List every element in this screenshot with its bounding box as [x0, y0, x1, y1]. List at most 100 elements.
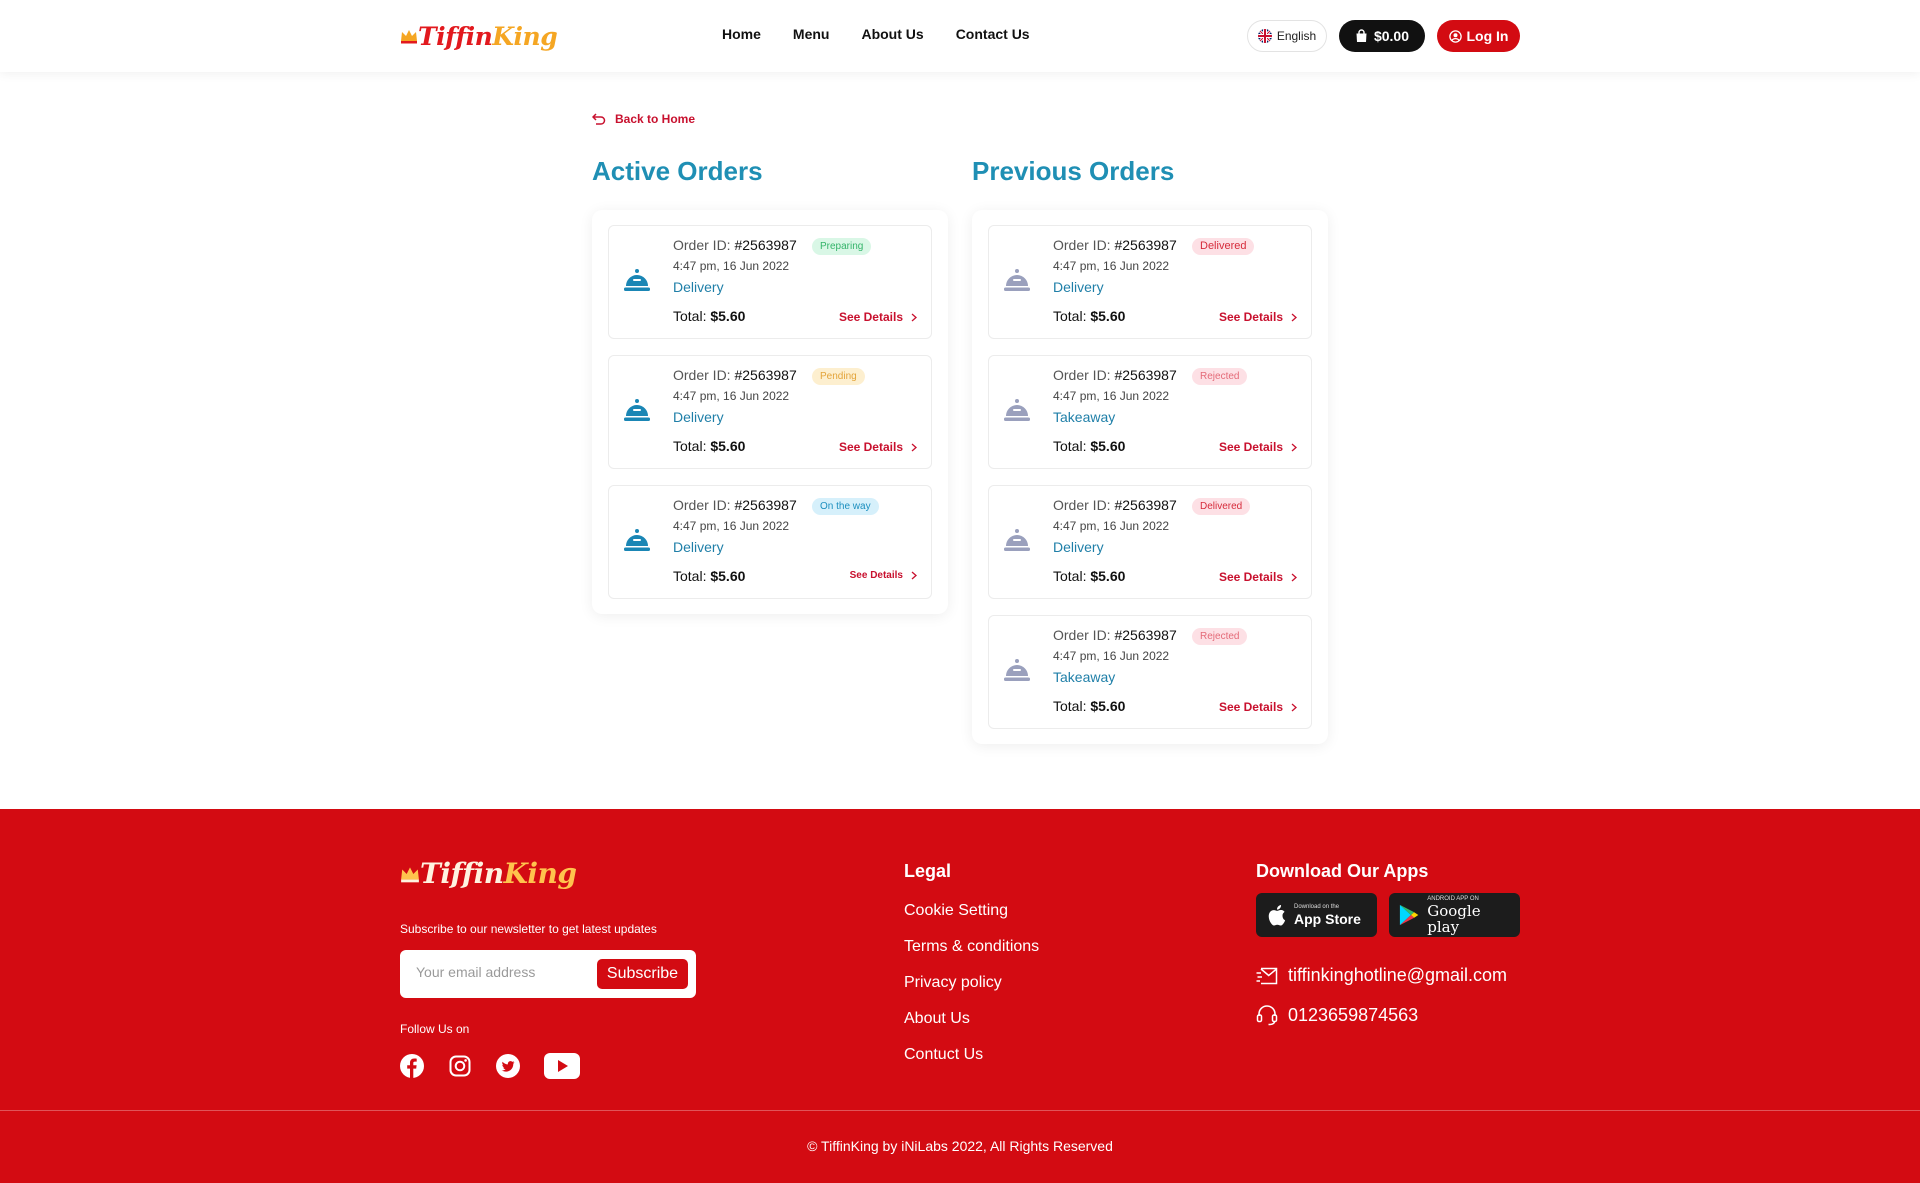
- order-id-label: Order ID:: [1053, 237, 1111, 253]
- headset-icon: [1256, 1005, 1278, 1026]
- twitter-icon[interactable]: [496, 1054, 520, 1078]
- order-id-label: Order ID:: [1053, 367, 1111, 383]
- status-badge: Delivered: [1192, 498, 1251, 515]
- order-card[interactable]: Order ID: #2563987 On the way 4:47 pm, 1…: [608, 485, 932, 599]
- order-card[interactable]: Order ID: #2563987 Rejected 4:47 pm, 16 …: [988, 355, 1312, 469]
- order-type: Delivery: [673, 539, 724, 555]
- order-id-label: Order ID:: [1053, 627, 1111, 643]
- status-badge: Delivered: [1192, 238, 1255, 255]
- order-time: 4:47 pm, 16 Jun 2022: [673, 259, 790, 273]
- subscribe-button[interactable]: Subscribe: [597, 959, 688, 989]
- google-play-text: ANDROID APP ON Google play: [1427, 896, 1510, 935]
- order-time: 4:47 pm, 16 Jun 2022: [1053, 389, 1170, 403]
- google-play-button[interactable]: ANDROID APP ON Google play: [1389, 893, 1520, 937]
- order-total: Total: $5.60: [673, 568, 745, 584]
- order-type: Delivery: [1053, 539, 1104, 555]
- language-selector[interactable]: English: [1247, 20, 1327, 52]
- see-details-label: See Details: [1218, 570, 1283, 584]
- see-details-link[interactable]: See Details: [1219, 570, 1297, 584]
- login-button[interactable]: Log In: [1437, 20, 1520, 52]
- legal-links: Cookie Setting Terms & conditions Privac…: [904, 902, 1039, 1082]
- footer-logo-text: TiffinKing: [420, 857, 577, 890]
- order-total: Total: $5.60: [1053, 438, 1125, 454]
- order-id-value: #2563987: [1114, 627, 1177, 643]
- newsletter-form: Your email address Subscribe: [400, 950, 696, 998]
- facebook-icon[interactable]: [400, 1054, 424, 1078]
- order-id: Order ID: #2563987: [1053, 627, 1177, 643]
- see-details-link[interactable]: See Details: [839, 440, 917, 454]
- nav-menu[interactable]: Menu: [793, 26, 830, 42]
- order-id: Order ID: #2563987: [673, 497, 797, 513]
- see-details-link[interactable]: See Details: [839, 310, 917, 324]
- status-badge: Preparing: [812, 238, 872, 255]
- see-details-link[interactable]: See Details: [1219, 440, 1297, 454]
- chevron-right-icon: [1291, 573, 1297, 581]
- app-store-button[interactable]: Download on the App Store: [1256, 893, 1377, 937]
- order-total-value: $5.60: [710, 438, 746, 454]
- cookie-setting-link[interactable]: Cookie Setting: [904, 902, 1039, 922]
- order-total: Total: $5.60: [1053, 308, 1125, 324]
- chevron-right-icon: [911, 571, 917, 580]
- cloche-icon: [1004, 269, 1030, 291]
- order-card[interactable]: Order ID: #2563987 Delivered 4:47 pm, 16…: [988, 225, 1312, 339]
- status-badge: Rejected: [1192, 628, 1248, 645]
- back-to-home-label: Back to Home: [615, 112, 696, 126]
- google-play-icon: [1399, 904, 1419, 926]
- contact-phone[interactable]: 0123659874563: [1256, 1004, 1418, 1026]
- order-total: Total: $5.60: [1053, 568, 1125, 584]
- order-type: Takeaway: [1053, 409, 1116, 425]
- order-card[interactable]: Order ID: #2563987 Rejected 4:47 pm, 16 …: [988, 615, 1312, 729]
- nav-home[interactable]: Home: [722, 26, 761, 42]
- privacy-policy-link[interactable]: Privacy policy: [904, 974, 1039, 994]
- order-type: Delivery: [1053, 279, 1104, 295]
- order-total: Total: $5.60: [1053, 698, 1125, 714]
- app-store-text: Download on the App Store: [1294, 904, 1361, 927]
- instagram-icon[interactable]: [448, 1054, 472, 1078]
- crown-icon: [401, 30, 417, 44]
- contact-email[interactable]: tiffinkinghotline@gmail.com: [1256, 965, 1507, 986]
- about-us-link[interactable]: About Us: [904, 1010, 1039, 1030]
- see-details-link[interactable]: See Details: [1219, 700, 1297, 714]
- legal-title: Legal: [904, 861, 952, 881]
- order-id-value: #2563987: [734, 237, 797, 253]
- order-total-value: $5.60: [1090, 568, 1126, 584]
- order-card[interactable]: Order ID: #2563987 Pending 4:47 pm, 16 J…: [608, 355, 932, 469]
- cart-button[interactable]: $0.00: [1339, 20, 1425, 52]
- undo-arrow-icon: [592, 113, 606, 125]
- cart-total: $0.00: [1373, 28, 1410, 44]
- email-input[interactable]: Your email address: [416, 964, 535, 980]
- order-total-label: Total:: [1053, 568, 1087, 584]
- language-label: English: [1276, 29, 1317, 43]
- logo[interactable]: TiffinKing: [400, 16, 558, 56]
- order-id: Order ID: #2563987: [673, 237, 797, 253]
- order-card[interactable]: Order ID: #2563987 Delivered 4:47 pm, 16…: [988, 485, 1312, 599]
- terms-link[interactable]: Terms & conditions: [904, 938, 1039, 958]
- see-details-label: See Details: [1218, 310, 1283, 324]
- see-details-link[interactable]: See Details: [1219, 310, 1297, 324]
- chevron-right-icon: [911, 313, 917, 321]
- see-details-label: See Details: [838, 310, 903, 324]
- app-store-small: Download on the: [1294, 903, 1340, 910]
- logo-text-part2: King: [492, 21, 558, 51]
- order-total-label: Total:: [673, 308, 707, 324]
- status-badge: Pending: [812, 368, 865, 385]
- app-store-big: App Store: [1294, 910, 1361, 927]
- cloche-icon: [624, 399, 650, 421]
- order-type: Delivery: [673, 279, 724, 295]
- cloche-icon: [1004, 529, 1030, 551]
- footer-logo[interactable]: TiffinKing: [400, 857, 577, 890]
- nav-about-us[interactable]: About Us: [861, 26, 923, 42]
- chevron-right-icon: [1291, 313, 1297, 321]
- order-id: Order ID: #2563987: [673, 367, 797, 383]
- see-details-label: See Details: [849, 570, 903, 581]
- active-orders-panel: Order ID: #2563987 Preparing 4:47 pm, 16…: [592, 210, 948, 614]
- back-to-home-link[interactable]: Back to Home: [592, 112, 695, 126]
- newsletter-text: Subscribe to our newsletter to get lates…: [400, 922, 657, 936]
- active-orders-title: Active Orders: [592, 156, 763, 186]
- order-total-value: $5.60: [1090, 438, 1126, 454]
- youtube-icon[interactable]: [544, 1053, 580, 1079]
- order-card[interactable]: Order ID: #2563987 Preparing 4:47 pm, 16…: [608, 225, 932, 339]
- nav-contact-us[interactable]: Contact Us: [956, 26, 1030, 42]
- see-details-link[interactable]: See Details: [850, 570, 917, 581]
- contact-us-link[interactable]: Contuct Us: [904, 1046, 1039, 1066]
